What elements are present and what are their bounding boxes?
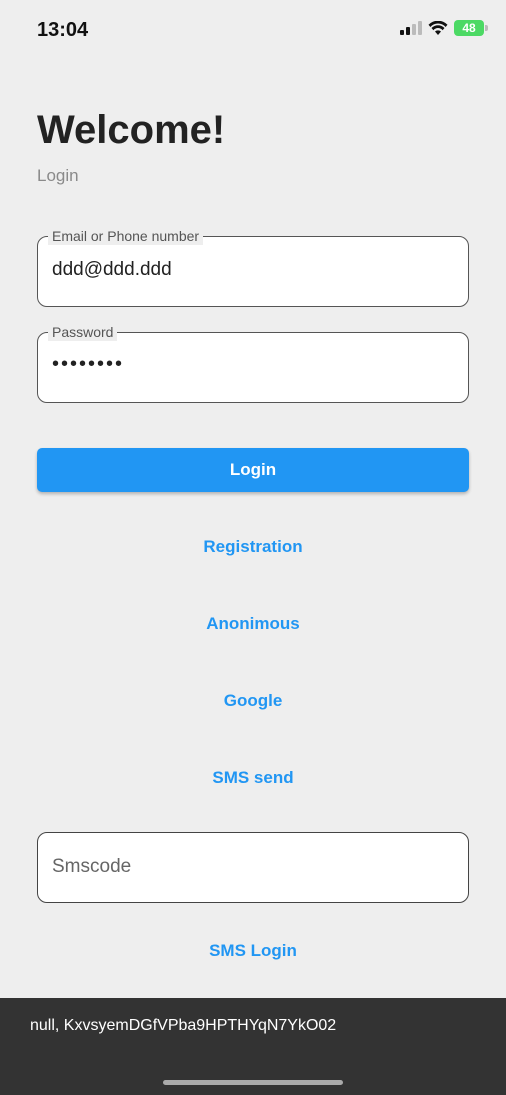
snackbar-message: null, KxvsyemDGfVPba9HPTHYqN7YkO02 [30,1017,337,1034]
anonymous-button[interactable]: Anonimous [0,614,506,634]
page-title: Welcome! [37,108,226,152]
status-bar: 13:04 48 [0,0,506,60]
wifi-icon [428,20,448,35]
password-field-label: Password [48,323,118,342]
email-field-label: Email or Phone number [48,227,204,246]
password-field[interactable]: Password •••••••• [37,323,469,403]
google-button[interactable]: Google [0,691,506,711]
email-field-value: ddd@ddd.ddd [52,259,172,280]
registration-button[interactable]: Registration [0,537,506,557]
page-subtitle: Login [37,166,79,185]
password-field-value: •••••••• [52,353,125,375]
cellular-signal-icon [400,21,422,35]
battery-icon: 48 [454,20,488,36]
sms-code-placeholder: Smscode [52,856,132,877]
sms-send-button[interactable]: SMS send [0,768,506,788]
status-icons: 48 [400,20,488,36]
email-field[interactable]: Email or Phone number ddd@ddd.ddd [37,227,469,307]
sms-login-button[interactable]: SMS Login [0,941,506,961]
status-time: 13:04 [37,19,89,41]
sms-code-field[interactable]: Smscode [37,832,469,903]
home-indicator[interactable] [163,1080,343,1085]
login-button[interactable]: Login [37,448,469,492]
